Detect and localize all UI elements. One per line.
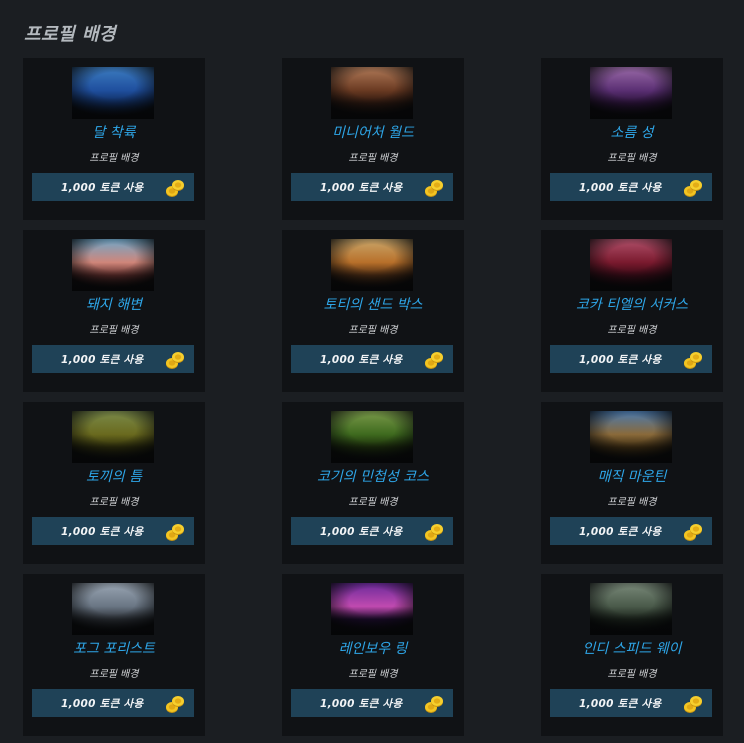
background-thumbnail[interactable]: [331, 239, 413, 291]
item-type-label: 프로필 배경: [607, 325, 657, 336]
item-name[interactable]: 코카 티엘의 서커스: [541, 294, 723, 314]
coin-stack-icon: [425, 352, 443, 369]
background-thumbnail[interactable]: [72, 67, 154, 119]
buy-button-label: 1,000 토큰 사용: [579, 182, 662, 194]
item-name[interactable]: 달 착륙: [23, 122, 205, 142]
coin-stack-icon: [684, 524, 702, 541]
item-type-label: 프로필 배경: [348, 497, 398, 508]
buy-button-label: 1,000 토큰 사용: [61, 698, 144, 710]
buy-button-label: 1,000 토큰 사용: [320, 698, 403, 710]
buy-button[interactable]: 1,000 토큰 사용: [550, 517, 712, 545]
item-card[interactable]: 소름 성 프로필 배경 1,000 토큰 사용: [541, 58, 723, 220]
background-thumbnail[interactable]: [590, 239, 672, 291]
coin-stack-icon: [425, 696, 443, 713]
item-type-label: 프로필 배경: [348, 153, 398, 164]
background-thumbnail[interactable]: [72, 583, 154, 635]
item-card[interactable]: 토끼의 틈 프로필 배경 1,000 토큰 사용: [23, 402, 205, 564]
item-card[interactable]: 토티의 샌드 박스 프로필 배경 1,000 토큰 사용: [282, 230, 464, 392]
coin-stack-icon: [166, 524, 184, 541]
buy-button-label: 1,000 토큰 사용: [61, 354, 144, 366]
coin-stack-icon: [425, 180, 443, 197]
item-type-label: 프로필 배경: [348, 325, 398, 336]
item-type-label: 프로필 배경: [607, 153, 657, 164]
item-type-label: 프로필 배경: [89, 325, 139, 336]
buy-button[interactable]: 1,000 토큰 사용: [550, 345, 712, 373]
item-card[interactable]: 미니어처 월드 프로필 배경 1,000 토큰 사용: [282, 58, 464, 220]
buy-button[interactable]: 1,000 토큰 사용: [291, 689, 453, 717]
background-thumbnail[interactable]: [331, 411, 413, 463]
item-name[interactable]: 매직 마운틴: [541, 466, 723, 486]
coin-stack-icon: [684, 180, 702, 197]
item-card[interactable]: 돼지 해변 프로필 배경 1,000 토큰 사용: [23, 230, 205, 392]
coin-stack-icon: [166, 352, 184, 369]
item-name[interactable]: 인디 스피드 웨이: [541, 638, 723, 658]
buy-button[interactable]: 1,000 토큰 사용: [32, 517, 194, 545]
buy-button[interactable]: 1,000 토큰 사용: [550, 173, 712, 201]
buy-button[interactable]: 1,000 토큰 사용: [32, 173, 194, 201]
background-thumbnail[interactable]: [590, 411, 672, 463]
coin-stack-icon: [684, 352, 702, 369]
item-card[interactable]: 코기의 민첩성 코스 프로필 배경 1,000 토큰 사용: [282, 402, 464, 564]
item-name[interactable]: 미니어처 월드: [282, 122, 464, 142]
coin-stack-icon: [166, 180, 184, 197]
buy-button-label: 1,000 토큰 사용: [61, 182, 144, 194]
item-card[interactable]: 포그 포리스트 프로필 배경 1,000 토큰 사용: [23, 574, 205, 736]
background-thumbnail[interactable]: [590, 67, 672, 119]
background-thumbnail[interactable]: [72, 239, 154, 291]
item-card[interactable]: 레인보우 링 프로필 배경 1,000 토큰 사용: [282, 574, 464, 736]
item-type-label: 프로필 배경: [89, 669, 139, 680]
item-name[interactable]: 포그 포리스트: [23, 638, 205, 658]
item-card[interactable]: 달 착륙 프로필 배경 1,000 토큰 사용: [23, 58, 205, 220]
background-thumbnail[interactable]: [72, 411, 154, 463]
item-name[interactable]: 돼지 해변: [23, 294, 205, 314]
buy-button-label: 1,000 토큰 사용: [320, 526, 403, 538]
coin-stack-icon: [166, 696, 184, 713]
item-card[interactable]: 코카 티엘의 서커스 프로필 배경 1,000 토큰 사용: [541, 230, 723, 392]
item-type-label: 프로필 배경: [348, 669, 398, 680]
item-type-label: 프로필 배경: [89, 497, 139, 508]
background-thumbnail[interactable]: [331, 67, 413, 119]
item-name[interactable]: 토끼의 틈: [23, 466, 205, 486]
buy-button[interactable]: 1,000 토큰 사용: [291, 517, 453, 545]
coin-stack-icon: [684, 696, 702, 713]
buy-button-label: 1,000 토큰 사용: [61, 526, 144, 538]
buy-button[interactable]: 1,000 토큰 사용: [32, 689, 194, 717]
item-type-label: 프로필 배경: [607, 669, 657, 680]
item-name[interactable]: 코기의 민첩성 코스: [282, 466, 464, 486]
buy-button-label: 1,000 토큰 사용: [579, 354, 662, 366]
buy-button[interactable]: 1,000 토큰 사용: [32, 345, 194, 373]
item-grid: 달 착륙 프로필 배경 1,000 토큰 사용 미니어처 월드 프로필 배경 1…: [23, 58, 723, 736]
item-card[interactable]: 매직 마운틴 프로필 배경 1,000 토큰 사용: [541, 402, 723, 564]
buy-button[interactable]: 1,000 토큰 사용: [291, 345, 453, 373]
buy-button-label: 1,000 토큰 사용: [579, 698, 662, 710]
item-name[interactable]: 레인보우 링: [282, 638, 464, 658]
buy-button-label: 1,000 토큰 사용: [320, 354, 403, 366]
buy-button-label: 1,000 토큰 사용: [320, 182, 403, 194]
page-title: 프로필 배경: [24, 24, 117, 45]
item-type-label: 프로필 배경: [89, 153, 139, 164]
item-name[interactable]: 소름 성: [541, 122, 723, 142]
item-card[interactable]: 인디 스피드 웨이 프로필 배경 1,000 토큰 사용: [541, 574, 723, 736]
background-thumbnail[interactable]: [590, 583, 672, 635]
item-name[interactable]: 토티의 샌드 박스: [282, 294, 464, 314]
buy-button[interactable]: 1,000 토큰 사용: [550, 689, 712, 717]
buy-button-label: 1,000 토큰 사용: [579, 526, 662, 538]
item-type-label: 프로필 배경: [607, 497, 657, 508]
coin-stack-icon: [425, 524, 443, 541]
background-thumbnail[interactable]: [331, 583, 413, 635]
buy-button[interactable]: 1,000 토큰 사용: [291, 173, 453, 201]
